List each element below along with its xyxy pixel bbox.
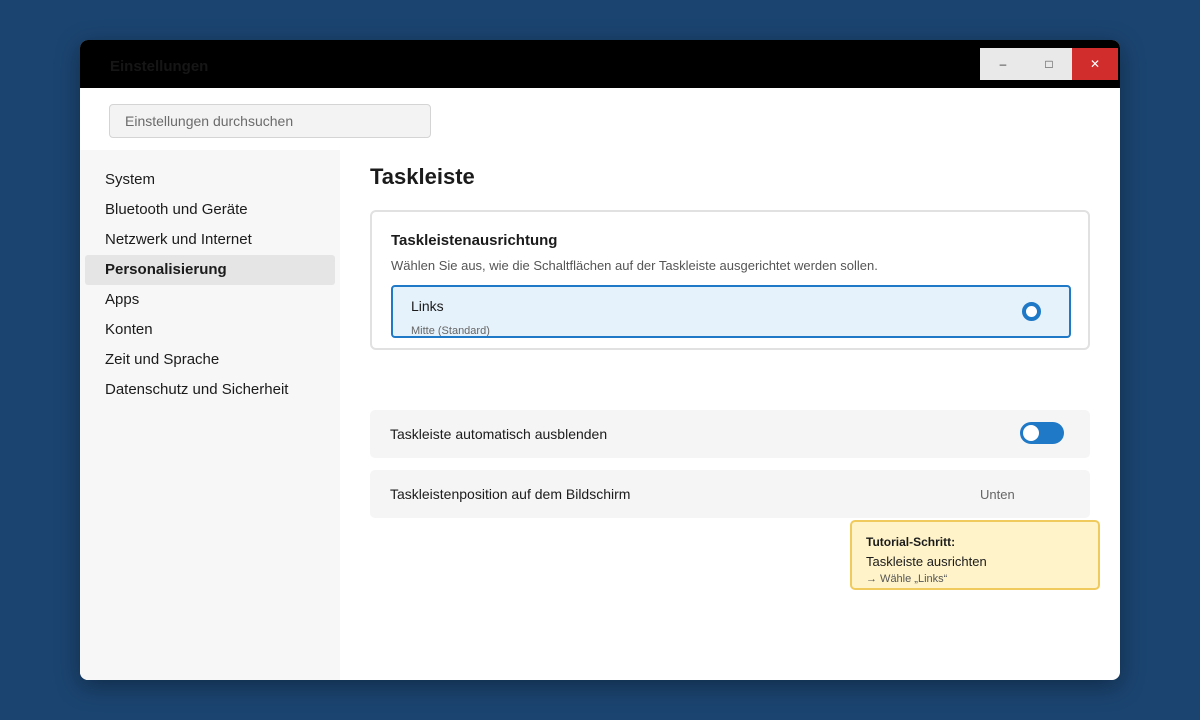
autohide-toggle[interactable] <box>1020 422 1064 444</box>
search-box <box>109 104 431 138</box>
radio-selected-icon <box>1022 302 1041 321</box>
minimize-icon: – <box>999 57 1007 71</box>
maximize-icon: □ <box>1045 57 1053 71</box>
window-controls: – □ ✕ <box>980 48 1118 80</box>
autohide-label: Taskleiste automatisch ausblenden <box>390 426 608 442</box>
sidebar-item-apps[interactable]: Apps <box>85 285 335 315</box>
dropdown-option-links[interactable]: Links <box>411 298 444 314</box>
maximize-button[interactable]: □ <box>1026 48 1072 80</box>
dropdown-option-center[interactable]: Mitte (Standard) <box>411 325 490 336</box>
tutorial-hint: → Wähle „Links“ <box>866 573 948 585</box>
close-icon: ✕ <box>1089 57 1101 71</box>
minimize-button[interactable]: – <box>980 48 1026 80</box>
window-title: Einstellungen <box>110 58 209 75</box>
search-input[interactable] <box>110 105 430 137</box>
page-title: Taskleiste <box>370 164 475 189</box>
sidebar-item-privacy[interactable]: Datenschutz und Sicherheit <box>85 375 335 405</box>
alignment-title: Taskleistenausrichtung <box>391 232 558 249</box>
sidebar-item-accounts[interactable]: Konten <box>85 315 335 345</box>
title-bar: Einstellungen – □ ✕ <box>80 40 1120 88</box>
position-label: Taskleistenposition auf dem Bildschirm <box>390 486 631 502</box>
main-content: Taskleiste Taskleistenausrichtung Wählen… <box>340 150 1120 680</box>
sidebar-item-bluetooth[interactable]: Bluetooth und Geräte <box>85 195 335 225</box>
sidebar: System Bluetooth und Geräte Netzwerk und… <box>80 150 340 680</box>
sidebar-item-network[interactable]: Netzwerk und Internet <box>85 225 335 255</box>
toggle-knob <box>1023 425 1039 441</box>
alignment-card: Taskleistenausrichtung Wählen Sie aus, w… <box>370 210 1090 350</box>
tutorial-text: Taskleiste ausrichten <box>866 554 987 569</box>
sidebar-item-personalization[interactable]: Personalisierung <box>85 255 335 285</box>
alignment-dropdown[interactable]: Links Mitte (Standard) <box>391 285 1071 338</box>
position-row: Taskleistenposition auf dem Bildschirm U… <box>370 470 1090 518</box>
close-button[interactable]: ✕ <box>1072 48 1118 80</box>
position-value[interactable]: Unten <box>980 487 1015 502</box>
tutorial-heading: Tutorial-Schritt: <box>866 535 956 549</box>
tutorial-callout: Tutorial-Schritt: Taskleiste ausrichten … <box>850 520 1100 590</box>
sidebar-item-system[interactable]: System <box>85 165 335 195</box>
sidebar-item-time-language[interactable]: Zeit und Sprache <box>85 345 335 375</box>
autohide-row: Taskleiste automatisch ausblenden <box>370 410 1090 458</box>
alignment-description: Wählen Sie aus, wie die Schaltflächen au… <box>391 258 878 273</box>
